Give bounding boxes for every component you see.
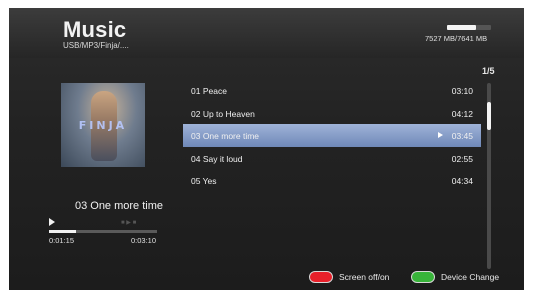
screen-off-label: Screen off/on (339, 272, 390, 282)
track-name: 02 Up to Heaven (191, 108, 255, 119)
playback-mode-icons: ■ ▶ ■ (121, 220, 137, 226)
page-title: Music (63, 17, 127, 42)
scrollbar[interactable] (487, 83, 491, 269)
total-time: 0:03:10 (131, 236, 157, 245)
track-duration: 03:45 (451, 131, 473, 141)
playback-progress-fill (49, 230, 76, 233)
track-list: 01 Peace 03:10 02 Up to Heaven 04:12 03 … (183, 79, 481, 192)
album-art: FINJA (61, 83, 145, 167)
scrollbar-thumb[interactable] (487, 101, 491, 130)
album-art-logo: FINJA (78, 119, 128, 132)
header-bar: Music USB/MP3/Finja/.... 7527 MB/7641 MB (9, 8, 524, 58)
track-name: 01 Peace (191, 86, 227, 96)
track-duration: 03:10 (451, 86, 473, 96)
track-row[interactable]: 04 Say it loud 02:55 (183, 147, 481, 170)
now-playing-title: 03 One more time (74, 200, 164, 212)
track-name: 05 Yes (191, 176, 217, 186)
play-icon (49, 218, 55, 226)
track-row[interactable]: 05 Yes 04:34 (183, 169, 481, 192)
track-name: 03 One more time (191, 131, 260, 141)
device-change-label: Device Change (441, 272, 500, 282)
track-row[interactable]: 01 Peace 03:10 (183, 79, 481, 102)
storage-usage-bar (447, 25, 491, 30)
green-key-icon (411, 271, 435, 283)
music-player-screen: Music USB/MP3/Finja/.... 7527 MB/7641 MB… (9, 8, 524, 290)
track-row[interactable]: 03 One more time 03:45 (183, 124, 481, 147)
track-name: 04 Say it loud (191, 153, 243, 164)
track-duration: 04:12 (451, 108, 473, 119)
page-indicator: 1/5 (482, 66, 495, 76)
track-row[interactable]: 02 Up to Heaven 04:12 (183, 102, 481, 125)
storage-usage-text: 7527 MB/7641 MB (425, 34, 488, 43)
storage-usage-fill (447, 25, 477, 30)
now-playing-icon (438, 132, 443, 138)
playback-progress-bar[interactable] (49, 230, 157, 233)
elapsed-time: 0:01:15 (49, 236, 75, 245)
red-key-icon (309, 271, 333, 283)
track-duration: 04:34 (451, 176, 473, 186)
track-duration: 02:55 (451, 153, 473, 164)
breadcrumb-path: USB/MP3/Finja/.... (63, 41, 129, 50)
